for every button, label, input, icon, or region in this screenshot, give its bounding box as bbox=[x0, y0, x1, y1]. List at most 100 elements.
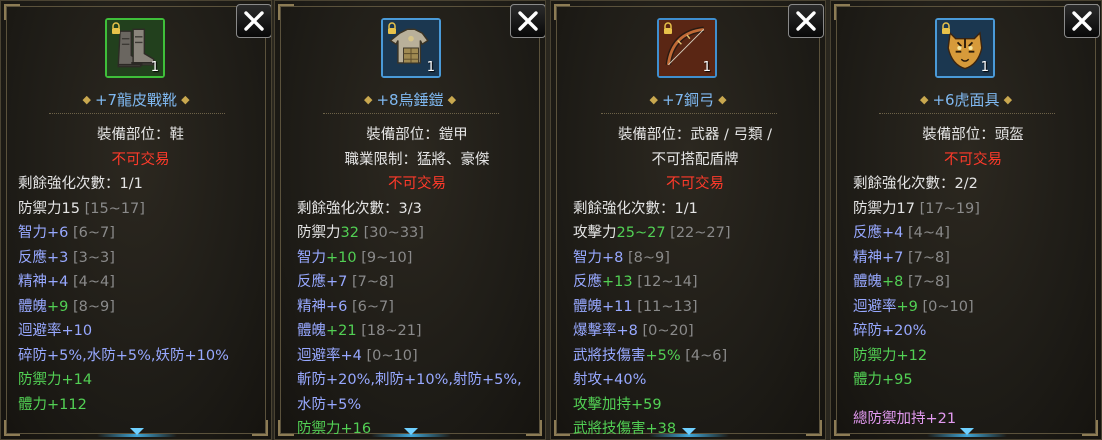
stat-line: 智力+6 [6~7] bbox=[18, 221, 263, 246]
close-button[interactable] bbox=[1064, 4, 1100, 38]
frame-corner bbox=[554, 420, 570, 436]
stat-line: 體魄+21 [18~21] bbox=[297, 319, 537, 344]
scroll-down-icon[interactable] bbox=[404, 428, 418, 435]
equip-slot: 裝備部位：鞋 bbox=[97, 127, 184, 143]
item-icon-slot[interactable]: 1 bbox=[105, 18, 165, 78]
resist-line: 斬防+20%,刺防+10%,射防+5%, bbox=[297, 372, 522, 388]
frame-corner bbox=[4, 4, 20, 20]
stat-line: 精神+6 [6~7] bbox=[297, 295, 537, 320]
stat-label: 智力+8 bbox=[573, 249, 624, 266]
defense-range: [30~33] bbox=[363, 225, 424, 241]
item-icon-slot[interactable]: 1 bbox=[657, 18, 717, 78]
item-stats: 裝備部位：鞋 不可交易 剩餘強化次數：1/1 防禦力15 [15~17] 智力+… bbox=[18, 123, 263, 417]
item-name: +7鋼弓 bbox=[661, 91, 715, 109]
stat-range: [7~8] bbox=[907, 274, 950, 290]
item-count: 1 bbox=[150, 60, 159, 75]
stat-label: 體魄+11 bbox=[573, 298, 633, 315]
item-icon-slot[interactable]: 1 bbox=[381, 18, 441, 78]
bonus-line: 攻擊加持+59 bbox=[573, 396, 662, 413]
stat-label: 迴避率+4 bbox=[297, 347, 362, 364]
diamond-ornament-icon: ◆ bbox=[363, 93, 373, 106]
defense-label: 防禦力17 bbox=[853, 200, 915, 217]
stat-range: [0~10] bbox=[922, 298, 974, 315]
close-icon bbox=[1072, 11, 1092, 31]
stat-line: 迴避率+10 bbox=[18, 319, 263, 344]
stat-label: 爆擊率+8 bbox=[573, 323, 638, 339]
defense-stat: 防禦力17 [17~19] bbox=[853, 197, 1093, 222]
stat-label: 武將技傷害 bbox=[573, 347, 646, 364]
no-trade-label: 不可交易 bbox=[666, 176, 724, 192]
item-count: 1 bbox=[426, 60, 435, 75]
close-button[interactable] bbox=[788, 4, 824, 38]
item-tooltip-boots: 1 ◆ +7龍皮戰靴 ◆ 裝備部位：鞋 不可交易 剩餘強化次數：1/1 防禦力15 … bbox=[0, 0, 272, 440]
item-icon-slot[interactable]: 1 bbox=[935, 18, 995, 78]
close-icon bbox=[796, 11, 816, 31]
stat-label: 反應 bbox=[573, 274, 602, 290]
frame-corner bbox=[1082, 420, 1098, 436]
stat-line: 武將技傷害+5% [4~6] bbox=[573, 344, 817, 369]
lock-icon bbox=[112, 22, 120, 34]
defense-stat: 防禦力15 [15~17] bbox=[18, 197, 263, 222]
stat-line: 迴避率+9 [0~10] bbox=[853, 295, 1093, 320]
stat-line: 射攻+40% bbox=[573, 368, 817, 393]
item-name-row: ◆ +6虎面具 ◆ bbox=[831, 89, 1101, 110]
item-name: +6虎面具 bbox=[932, 91, 1000, 109]
lock-icon bbox=[664, 22, 672, 34]
item-stats: 裝備部位：鎧甲 職業限制：猛將、豪傑 不可交易 剩餘強化次數：3/3 防禦力32… bbox=[297, 123, 537, 439]
frame-corner bbox=[252, 420, 268, 436]
bonus-line: 防禦力+12 bbox=[853, 347, 928, 364]
stat-label: 反應+7 bbox=[297, 274, 348, 290]
frame-corner bbox=[4, 420, 20, 436]
item-tooltip-bow: 1 ◆ +7鋼弓 ◆ 裝備部位：武器 / 弓類 / 不可搭配盾牌 不可交易 剩餘強化… bbox=[550, 0, 826, 440]
close-button[interactable] bbox=[510, 4, 545, 38]
no-trade-label: 不可交易 bbox=[388, 176, 446, 192]
stat-label: 射攻+40% bbox=[573, 372, 647, 388]
stat-label: 智力 bbox=[297, 249, 326, 266]
equip-slot: 裝備部位：頭盔 bbox=[922, 127, 1024, 143]
stat-range: [4~6] bbox=[685, 347, 728, 364]
defense-range: [17~19] bbox=[919, 200, 980, 217]
stat-label: 迴避率 bbox=[853, 298, 897, 315]
scroll-down-icon[interactable] bbox=[682, 428, 696, 435]
frame-corner bbox=[278, 420, 294, 436]
attack-stat: 攻擊力25~27 [22~27] bbox=[573, 221, 817, 246]
stat-label: 體魄 bbox=[297, 323, 326, 339]
no-trade-label: 不可交易 bbox=[111, 151, 170, 168]
diamond-ornament-icon: ◆ bbox=[82, 93, 91, 106]
stat-line: 精神+4 [4~4] bbox=[18, 270, 263, 295]
frame-corner bbox=[554, 4, 570, 20]
stat-range: [18~21] bbox=[361, 323, 422, 339]
diamond-ornament-icon: ◆ bbox=[181, 93, 190, 106]
lock-icon bbox=[388, 22, 396, 34]
enhance-remaining: 剩餘強化次數：1/1 bbox=[18, 176, 143, 192]
divider bbox=[49, 113, 225, 114]
set-bonus-line: 總防禦加持+21 bbox=[853, 411, 957, 427]
equip-restriction: 不可搭配盾牌 bbox=[651, 151, 739, 168]
enhance-remaining: 剩餘強化次數：3/3 bbox=[297, 200, 422, 217]
scroll-down-icon[interactable] bbox=[960, 428, 974, 435]
stat-range: [11~13] bbox=[637, 298, 698, 315]
bonus-line: 防禦力+14 bbox=[18, 372, 93, 388]
stat-value: +10 bbox=[326, 249, 357, 266]
bonus-line: 體力+95 bbox=[853, 372, 913, 388]
stat-label: 精神+4 bbox=[18, 274, 69, 290]
lock-icon bbox=[942, 22, 950, 34]
stat-value: +13 bbox=[602, 274, 633, 290]
attack-label: 攻擊力 bbox=[573, 225, 617, 241]
item-name-row: ◆ +7鋼弓 ◆ bbox=[551, 89, 825, 110]
close-icon bbox=[518, 11, 538, 31]
stat-value: +9 bbox=[47, 298, 69, 315]
close-button[interactable] bbox=[236, 4, 271, 38]
stat-range: [6~7] bbox=[72, 225, 115, 241]
stat-line: 爆擊率+8 [0~20] bbox=[573, 319, 817, 344]
stat-line: 反應+7 [7~8] bbox=[297, 270, 537, 295]
job-restriction: 職業限制：猛將、豪傑 bbox=[344, 151, 490, 168]
stat-range: [8~9] bbox=[627, 249, 670, 266]
item-stats: 裝備部位：頭盔 不可交易 剩餘強化次數：2/2 防禦力17 [17~19] 反應… bbox=[853, 123, 1093, 393]
frame-corner bbox=[278, 4, 294, 20]
scroll-down-icon[interactable] bbox=[130, 428, 144, 435]
stat-line: 反應+3 [3~3] bbox=[18, 246, 263, 271]
stat-label: 反應+3 bbox=[18, 249, 69, 266]
stat-line: 迴避率+4 [0~10] bbox=[297, 344, 537, 369]
stat-label: 反應+4 bbox=[853, 225, 904, 241]
